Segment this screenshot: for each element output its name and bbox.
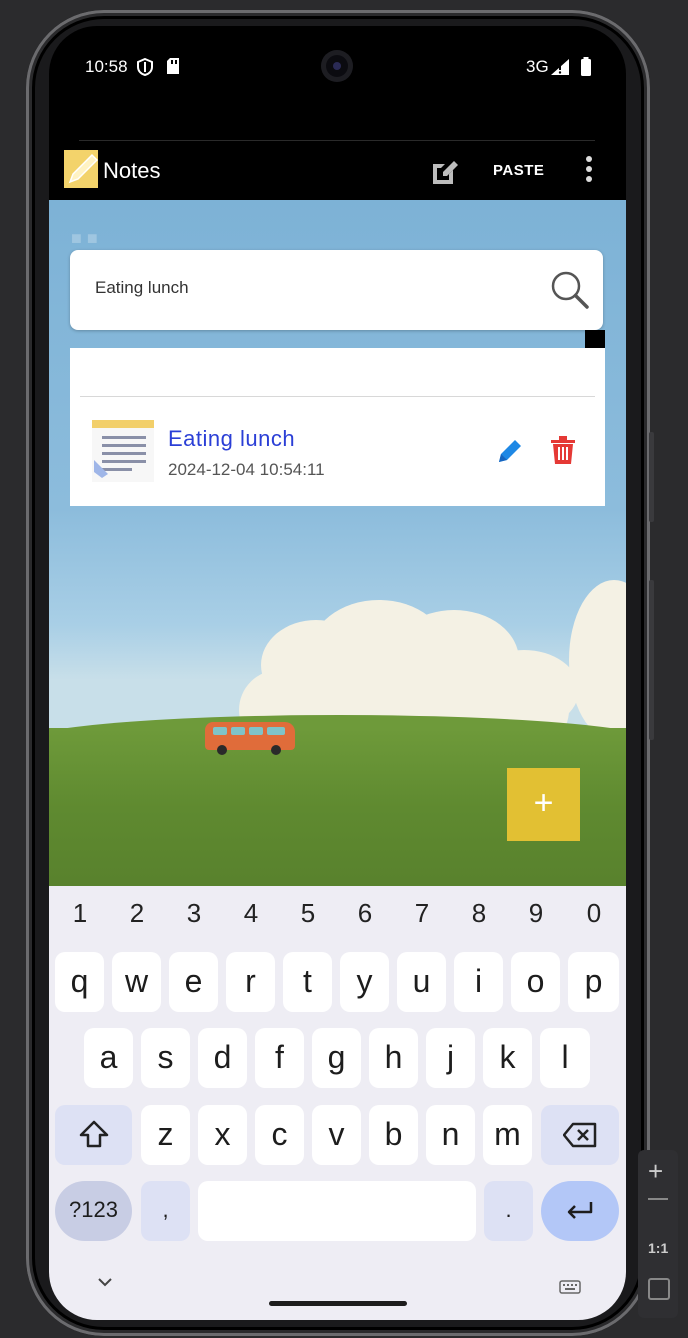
key-w[interactable]: w [112, 952, 161, 1012]
divider [80, 396, 595, 397]
key-f[interactable]: f [255, 1028, 304, 1088]
home-indicator[interactable] [269, 1301, 407, 1306]
key-t[interactable]: t [283, 952, 332, 1012]
power-button [649, 580, 654, 740]
key-1[interactable]: 1 [60, 898, 100, 929]
key-p[interactable]: p [568, 952, 619, 1012]
key-a[interactable]: a [84, 1028, 133, 1088]
key-j[interactable]: j [426, 1028, 475, 1088]
soft-keyboard: 1 2 3 4 5 6 7 8 9 0 q w e r t y u i o p … [49, 886, 626, 1320]
key-8[interactable]: 8 [459, 898, 499, 929]
edit-pencil-icon[interactable] [495, 436, 525, 466]
chevron-down-icon[interactable] [97, 1276, 113, 1288]
enter-icon [567, 1202, 593, 1219]
front-camera [321, 50, 353, 82]
key-7[interactable]: 7 [402, 898, 442, 929]
overflow-menu-icon[interactable] [586, 156, 592, 186]
divider [79, 140, 595, 141]
key-x[interactable]: x [198, 1105, 247, 1165]
zoom-out-button[interactable] [648, 1198, 668, 1200]
key-9[interactable]: 9 [516, 898, 556, 929]
app-title: Notes [103, 158, 161, 183]
notes-list: Eating lunch 2024-12-04 10:54:11 [70, 348, 605, 506]
key-q[interactable]: q [55, 952, 104, 1012]
comma-key[interactable]: , [141, 1181, 190, 1241]
key-z[interactable]: z [141, 1105, 190, 1165]
keyboard-icon[interactable] [559, 1280, 581, 1294]
key-4[interactable]: 4 [231, 898, 271, 929]
action-bar: Notes PASTE [49, 144, 626, 200]
emulator-controls: + 1:1 [638, 1150, 678, 1318]
sd-card-icon [167, 58, 179, 74]
key-e[interactable]: e [169, 952, 218, 1012]
notes-app-icon [64, 150, 98, 188]
backspace-icon [562, 1122, 597, 1148]
symbols-key[interactable]: ?123 [55, 1181, 132, 1241]
note-title: Eating lunch [168, 426, 296, 451]
compose-icon[interactable] [429, 156, 459, 186]
key-5[interactable]: 5 [288, 898, 328, 929]
faded-label: ■ ■ [71, 228, 98, 248]
key-u[interactable]: u [397, 952, 446, 1012]
key-6[interactable]: 6 [345, 898, 385, 929]
network-type: 3G [526, 57, 549, 76]
battery-icon [581, 57, 591, 76]
key-n[interactable]: n [426, 1105, 475, 1165]
status-time: 10:58 [85, 57, 128, 76]
key-k[interactable]: k [483, 1028, 532, 1088]
key-v[interactable]: v [312, 1105, 361, 1165]
key-c[interactable]: c [255, 1105, 304, 1165]
paste-button[interactable]: PASTE [493, 162, 544, 179]
key-h[interactable]: h [369, 1028, 418, 1088]
volume-button [649, 432, 654, 522]
key-3[interactable]: 3 [174, 898, 214, 929]
key-2[interactable]: 2 [117, 898, 157, 929]
add-note-button[interactable]: + [507, 768, 580, 841]
key-y[interactable]: y [340, 952, 389, 1012]
space-bar[interactable] [198, 1181, 476, 1241]
search-icon[interactable] [550, 270, 590, 310]
key-s[interactable]: s [141, 1028, 190, 1088]
note-icon [92, 420, 154, 482]
search-box [70, 250, 603, 330]
fit-screen-icon[interactable] [648, 1278, 670, 1300]
zoom-in-button[interactable]: + [648, 1156, 663, 1187]
van-illustration [205, 722, 295, 755]
backspace-key[interactable] [541, 1105, 619, 1165]
shield-icon [137, 58, 153, 76]
shift-icon [79, 1120, 108, 1148]
period-key[interactable]: . [484, 1181, 533, 1241]
key-l[interactable]: l [540, 1028, 590, 1088]
key-0[interactable]: 0 [574, 898, 614, 929]
key-g[interactable]: g [312, 1028, 361, 1088]
signal-icon [551, 59, 569, 75]
actual-size-button[interactable]: 1:1 [648, 1240, 668, 1256]
key-o[interactable]: o [511, 952, 560, 1012]
shift-key[interactable] [55, 1105, 132, 1165]
device-screen: 10:58 3G Notes PASTE ■ ■ Eating lunch Ea… [49, 26, 626, 1320]
key-m[interactable]: m [483, 1105, 532, 1165]
key-r[interactable]: r [226, 952, 275, 1012]
divider [585, 330, 605, 348]
note-date: 2024-12-04 10:54:11 [168, 460, 325, 479]
enter-key[interactable] [541, 1181, 619, 1241]
key-b[interactable]: b [369, 1105, 418, 1165]
key-i[interactable]: i [454, 952, 503, 1012]
search-input[interactable] [95, 278, 535, 298]
delete-trash-icon[interactable] [550, 436, 576, 464]
key-d[interactable]: d [198, 1028, 247, 1088]
